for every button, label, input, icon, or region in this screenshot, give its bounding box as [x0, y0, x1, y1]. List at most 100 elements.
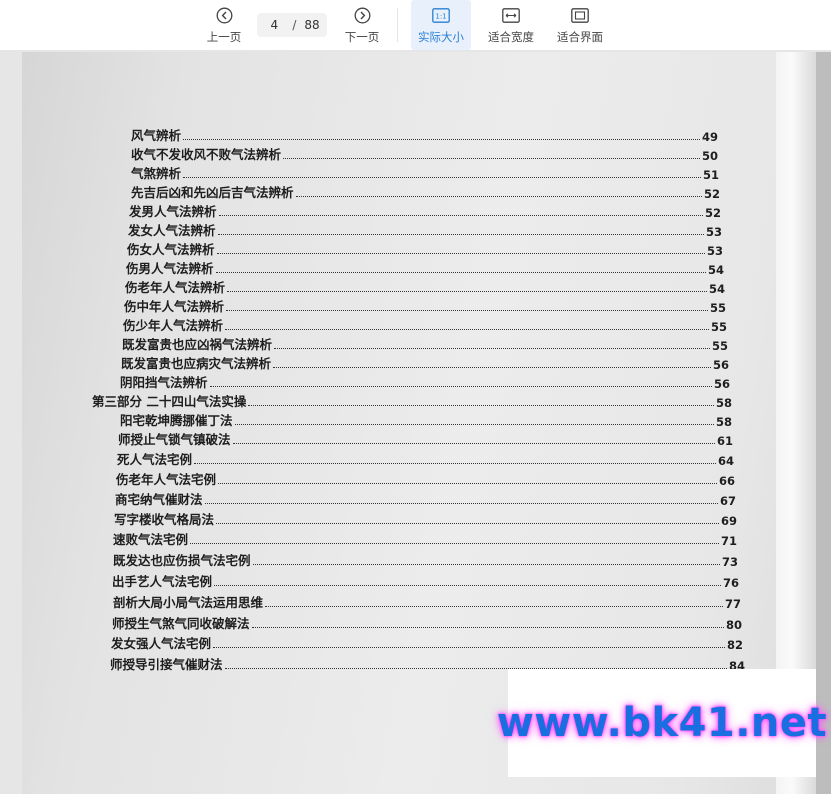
toc-entry-title: 伤女人气法辨析	[127, 242, 215, 257]
toc-entry: 伤老年人气法辨析 54	[125, 278, 725, 296]
toc-entry: 发女强人气法宅例 82	[111, 634, 743, 652]
toc-entry-page: 54	[708, 282, 725, 296]
toc-entry-page: 50	[701, 149, 718, 163]
toc-entry-title: 伤男人气法辨析	[126, 261, 214, 276]
toc-entry: 阴阳挡气法辨析 56	[120, 373, 730, 391]
toc-entry: 既发富贵也应凶祸气法辨析 55	[122, 335, 728, 353]
toc-entry-title: 伤老年人气法辨析	[125, 280, 226, 295]
toc-leader-dots	[252, 564, 720, 565]
page-separator: /	[292, 18, 297, 32]
toc-leader-dots	[217, 234, 704, 235]
toc-entry: 既发富贵也应病灾气法辨析 56	[121, 354, 729, 372]
actual-size-icon-text: 1:1	[435, 12, 446, 20]
toc-entry-page: 49	[701, 130, 718, 144]
toc-entry-title: 伤少年人气法辨析	[123, 318, 224, 333]
viewport-edge	[816, 52, 831, 794]
toc-leader-dots	[232, 443, 715, 444]
toc-entry-page: 53	[705, 225, 722, 239]
fit-width-button[interactable]: 适合宽度	[484, 0, 538, 50]
toc-entry: 伤少年人气法辨析 55	[123, 316, 727, 334]
toc-entry: 商宅纳气催财法 67	[115, 490, 736, 508]
page-indicator: 4 / 88	[257, 13, 327, 37]
toc-entry-page: 55	[710, 320, 727, 334]
toc-entry: 写字楼收气格局法 69	[114, 510, 737, 528]
toc-entry: 伤男人气法辨析 54	[126, 259, 724, 277]
toc-leader-dots	[226, 310, 708, 311]
actual-size-icon: 1:1	[432, 6, 450, 24]
toc-entry-page: 52	[704, 206, 721, 220]
toc-leader-dots	[183, 177, 701, 178]
toc-entry-page: 58	[715, 415, 732, 429]
toc-entry-title: 阳宅乾坤腾挪催丁法	[120, 413, 233, 428]
toc-entry: 伤老年人气法宅例 66	[116, 470, 735, 488]
fit-page-label: 适合界面	[557, 30, 603, 44]
toc-entry: 风气辨析 49	[131, 126, 718, 144]
toc-entry-title: 既发富贵也应病灾气法辨析	[121, 356, 272, 371]
toc-entry-page: 56	[712, 358, 729, 372]
toolbar-divider	[397, 8, 398, 42]
toc-entry-title: 商宅纳气催财法	[115, 492, 203, 507]
toc-entry-title: 伤中年人气法辨析	[124, 299, 225, 314]
toc-leader-dots	[209, 386, 712, 387]
toc-entry: 速败气法宅例 71	[113, 530, 737, 548]
toc-entry-title: 既发达也应伤损气法宅例	[113, 553, 251, 568]
toc-entry: 气煞辨析 51	[131, 164, 719, 182]
toc-leader-dots	[234, 424, 714, 425]
viewer-toolbar: 上一页 4 / 88 下一页 1:1 实际大小 适合宽度 适合界面	[0, 0, 831, 50]
toc-leader-dots	[215, 272, 706, 273]
toc-entry-page: 61	[716, 434, 733, 448]
toc-entry-page: 56	[713, 377, 730, 391]
watermark-text: www.bk41.net	[496, 700, 828, 746]
fit-width-label: 适合宽度	[488, 30, 534, 44]
toc-leader-dots	[183, 139, 700, 140]
toc-entry-page: 51	[702, 168, 719, 182]
current-page-input[interactable]: 4	[264, 18, 284, 32]
toc-entry-page: 73	[721, 555, 738, 569]
toc-entry-page: 52	[703, 187, 720, 201]
toc-entry-page: 58	[715, 396, 732, 410]
fit-page-button[interactable]: 适合界面	[553, 0, 607, 50]
toc-entry-title: 速败气法宅例	[113, 532, 189, 547]
toc-leader-dots	[216, 253, 705, 254]
prev-page-label: 上一页	[206, 30, 242, 44]
toc-leader-dots	[204, 503, 718, 504]
toc-entry-title: 写字楼收气格局法	[114, 512, 215, 527]
toc-entry-title: 既发富贵也应凶祸气法辨析	[122, 337, 273, 352]
toc-entry: 第三部分 二十四山气法实操 58	[92, 392, 732, 410]
toc-entry-title: 气煞辨析	[131, 166, 182, 181]
toc-leader-dots	[283, 158, 700, 159]
toc-entry-title: 风气辨析	[131, 128, 182, 143]
next-page-button[interactable]: 下一页	[338, 0, 386, 50]
toc-entry-page: 67	[719, 494, 736, 508]
toc-entry-title: 师授导引接气催财法	[110, 657, 223, 672]
toc-entry: 师授生气煞气同收破解法 80	[112, 614, 742, 632]
prev-page-button[interactable]: 上一页	[200, 0, 248, 50]
toc-entry-page: 64	[717, 454, 734, 468]
toc-entry-title: 师授生气煞气同收破解法	[112, 616, 250, 631]
toc-entry: 先吉后凶和先凶后吉气法辨析 52	[131, 183, 720, 201]
toc-entry-page: 71	[720, 534, 737, 548]
total-pages: 88	[304, 18, 320, 32]
fit-width-icon	[502, 6, 520, 24]
toc-entry-title: 剖析大局小局气法运用思维	[113, 595, 264, 610]
toc-entry: 伤女人气法辨析 53	[127, 240, 723, 258]
toc-entry-title: 发男人气法辨析	[129, 204, 217, 219]
toc-entry: 师授止气锁气镇破法 61	[118, 430, 733, 448]
toc-entry-title: 第三部分 二十四山气法实操	[92, 394, 247, 409]
toc-entry-title: 出手艺人气法宅例	[112, 574, 213, 589]
toc-leader-dots	[213, 647, 725, 648]
toc-leader-dots	[190, 543, 719, 544]
toc-entry-page: 76	[722, 576, 739, 590]
toc-entry: 发男人气法辨析 52	[129, 202, 721, 220]
toc-entry-page: 53	[706, 244, 723, 258]
toc-leader-dots	[214, 585, 721, 586]
toc-entry-page: 69	[720, 514, 737, 528]
toc-entry-page: 80	[725, 618, 742, 632]
toc-entry-page: 55	[711, 339, 728, 353]
toc-entry-page: 66	[718, 474, 735, 488]
toc-leader-dots	[251, 627, 724, 628]
toc-entry: 既发达也应伤损气法宅例 73	[113, 551, 738, 569]
toc-leader-dots	[248, 405, 714, 406]
toc-entry-page: 82	[726, 638, 743, 652]
actual-size-button[interactable]: 1:1 实际大小	[411, 0, 471, 50]
